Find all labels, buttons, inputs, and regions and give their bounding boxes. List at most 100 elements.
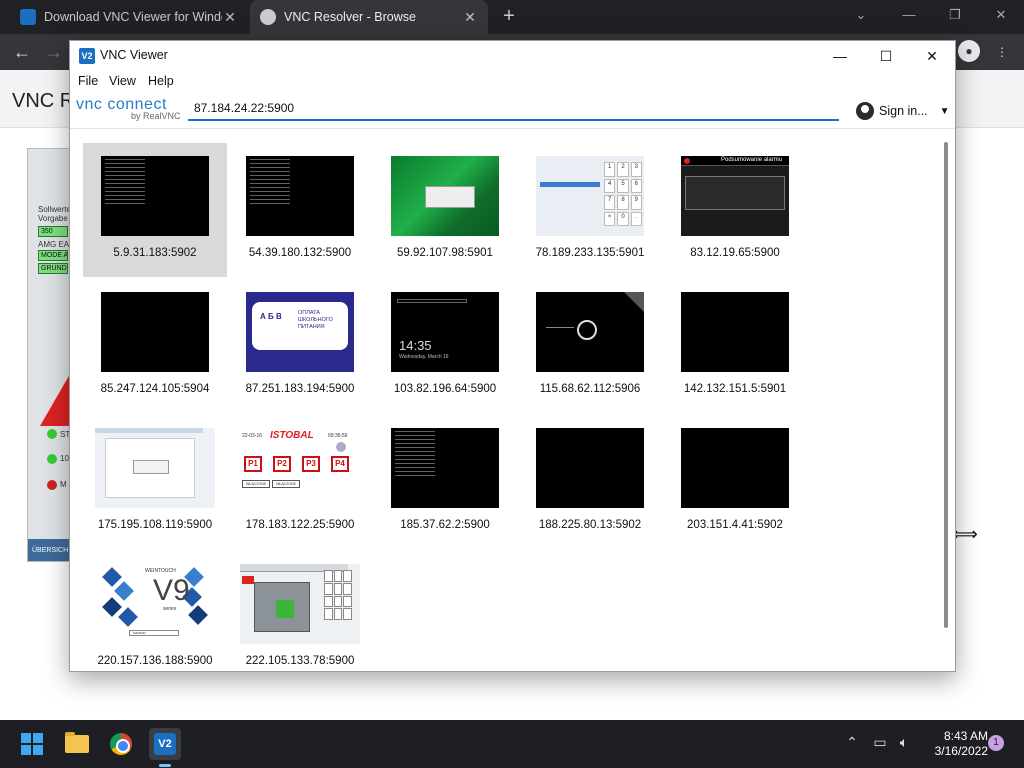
more-menu-icon[interactable]: ⋮ <box>990 40 1014 64</box>
window-titlebar[interactable]: V2 VNC Viewer — ☐ ✕ <box>70 41 955 71</box>
thumb-text: Podsumowanie alarmu <box>721 157 783 163</box>
connection-tile[interactable]: 54.39.180.132:5900 <box>228 143 372 277</box>
close-icon[interactable]: ✕ <box>978 0 1024 30</box>
new-tab-button[interactable]: + <box>498 5 520 27</box>
connection-tile[interactable]: 5.9.31.183:5902 <box>83 143 227 277</box>
menu-file[interactable]: File <box>78 74 98 88</box>
hmi-footer: ÜBERSICH <box>28 539 70 561</box>
connection-thumbnail <box>391 428 499 508</box>
connection-address: 185.37.62.2:5900 <box>400 519 490 531</box>
status-dot-icon <box>47 480 57 490</box>
thumb-text: P1 <box>244 456 262 472</box>
minimize-icon[interactable]: — <box>817 41 863 71</box>
file-explorer-button[interactable] <box>61 728 93 760</box>
connection-address: 5.9.31.183:5902 <box>113 247 197 259</box>
clock-time: 8:43 AM <box>943 729 988 743</box>
status-dot-icon <box>47 454 57 464</box>
connection-address: 83.12.19.65:5900 <box>690 247 780 259</box>
thumb-text: 14:35 <box>399 338 432 353</box>
thumb-text: А Б В <box>260 312 282 321</box>
connection-tile[interactable]: Podsumowanie alarmu 83.12.19.65:5900 <box>663 143 807 277</box>
back-icon[interactable]: ← <box>10 40 34 64</box>
connection-tile[interactable]: 115.68.62.112:5906 <box>518 279 662 413</box>
hmi-value: 350 <box>38 226 68 237</box>
brand-by: by RealVNC <box>131 111 181 121</box>
connection-thumbnail <box>101 156 209 236</box>
sign-in-label: Sign in... <box>879 104 928 118</box>
connection-address: 220.157.136.188:5900 <box>97 655 213 667</box>
close-tab-icon[interactable]: ✕ <box>222 9 238 26</box>
vnc-viewer-window: V2 VNC Viewer — ☐ ✕ File View Help vnc c… <box>69 40 956 672</box>
connection-tile[interactable]: 1 2 3 4 5 6 7 8 9 × 0. 78.189.233.135:5901 <box>518 143 662 277</box>
browser-tab-resolver[interactable]: VNC Resolver - Browse ✕ <box>250 0 488 34</box>
chevron-up-icon[interactable]: ⌃ <box>842 734 862 751</box>
windows-taskbar: V2 ⌃ ▭ 🔈︎ 8:43 AM 3/16/2022 <box>0 720 1024 768</box>
menu-view[interactable]: View <box>109 74 136 88</box>
vnc-app-icon: V2 <box>79 48 95 64</box>
connection-thumbnail <box>536 292 644 372</box>
close-tab-icon[interactable]: ✕ <box>462 9 478 26</box>
vnc-app-icon: V2 <box>154 733 176 755</box>
vertical-scrollbar[interactable] <box>944 142 948 628</box>
thumb-text: series <box>163 606 177 612</box>
chrome-button[interactable] <box>105 728 137 760</box>
menu-help[interactable]: Help <box>148 74 174 88</box>
forward-icon[interactable]: → <box>42 40 66 64</box>
connection-tile[interactable]: 203.151.4.41:5902 <box>663 415 807 549</box>
connection-thumbnail: 1 2 3 4 5 6 7 8 9 × 0. <box>536 156 644 236</box>
connection-thumbnail <box>536 428 644 508</box>
vnc-viewer-taskbar-button[interactable]: V2 <box>149 728 181 760</box>
maximize-icon[interactable]: ☐ <box>863 41 909 71</box>
network-icon[interactable]: ▭ <box>870 734 890 751</box>
connection-address: 178.183.122.25:5900 <box>245 519 355 531</box>
hmi-label: AMG EAS <box>38 240 71 249</box>
minimize-icon[interactable]: — <box>886 0 932 30</box>
start-button[interactable] <box>16 728 48 760</box>
chevron-down-icon[interactable]: ⌄ <box>838 0 884 30</box>
connection-address: 78.189.233.135:5901 <box>535 247 645 259</box>
avatar-icon: ● <box>958 40 980 62</box>
connection-thumbnail: 14:35 Wednesday, March 16 <box>391 292 499 372</box>
browser-tab-download[interactable]: Download VNC Viewer for Windows ✕ <box>10 0 248 34</box>
connection-address: 54.39.180.132:5900 <box>248 247 352 259</box>
connection-thumbnail <box>101 292 209 372</box>
connection-thumbnail <box>681 428 789 508</box>
connection-tile[interactable]: 85.247.124.105:5904 <box>83 279 227 413</box>
active-indicator <box>159 764 171 767</box>
close-icon[interactable]: ✕ <box>909 41 955 71</box>
connection-tile[interactable]: А Б В ОПЛАТА ШКОЛЬНОГО ПИТАНИЯ 87.251.18… <box>228 279 372 413</box>
address-bar: vnc connect by RealVNC Sign in... ▼ <box>70 91 955 129</box>
hmi-screenshot-background: Sollwerte Vorgabe 350 AMG EAS MODE A GRU… <box>27 148 71 562</box>
volume-icon[interactable]: 🔈︎ <box>894 734 914 751</box>
notification-badge[interactable]: 1 <box>988 735 1004 751</box>
connection-tile[interactable]: 59.92.107.98:5901 <box>373 143 517 277</box>
system-clock[interactable]: 8:43 AM 3/16/2022 <box>918 729 988 759</box>
restore-icon[interactable]: ❐ <box>932 0 978 30</box>
vnc-favicon-icon <box>20 9 36 25</box>
connection-thumbnail <box>246 156 354 236</box>
thumb-text: 09:35:59 <box>328 433 348 439</box>
connection-address: 142.132.151.5:5901 <box>683 383 787 395</box>
profile-button[interactable]: ● <box>958 40 982 64</box>
connection-tile[interactable]: 222.105.133.78:5900 <box>228 551 372 671</box>
connection-tile[interactable]: WEINTOUCH V9 series ••••••••• 220.157.13… <box>83 551 227 671</box>
connection-tile[interactable]: 14:35 Wednesday, March 16 103.82.196.64:… <box>373 279 517 413</box>
sign-in-button[interactable]: Sign in... ▼ <box>856 100 950 122</box>
connection-thumbnail: Podsumowanie alarmu <box>681 156 789 236</box>
thumb-text: WŁĄCZONE <box>272 480 300 488</box>
connection-tile[interactable]: 175.195.108.119:5900 <box>83 415 227 549</box>
connection-address: 175.195.108.119:5900 <box>97 519 213 531</box>
connection-thumbnail: 22-03-16 ISTOBAL 09:35:59 P1 P2 P3 P4 WŁ… <box>240 428 360 508</box>
connection-tile[interactable]: 185.37.62.2:5900 <box>373 415 517 549</box>
connection-tile[interactable]: 22-03-16 ISTOBAL 09:35:59 P1 P2 P3 P4 WŁ… <box>228 415 372 549</box>
address-book-grid: 5.9.31.183:5902 54.39.180.132:5900 59.92… <box>70 130 955 671</box>
address-input[interactable] <box>188 97 839 121</box>
connection-tile[interactable]: 188.225.80.13:5902 <box>518 415 662 549</box>
connection-address: 203.151.4.41:5902 <box>687 519 783 531</box>
connection-tile[interactable]: 142.132.151.5:5901 <box>663 279 807 413</box>
connection-thumbnail: А Б В ОПЛАТА ШКОЛЬНОГО ПИТАНИЯ <box>246 292 354 372</box>
window-title: VNC Viewer <box>100 48 168 62</box>
browser-tab-strip: Download VNC Viewer for Windows ✕ VNC Re… <box>0 0 1024 34</box>
thumb-text: P4 <box>331 456 349 472</box>
thumb-text: P3 <box>302 456 320 472</box>
